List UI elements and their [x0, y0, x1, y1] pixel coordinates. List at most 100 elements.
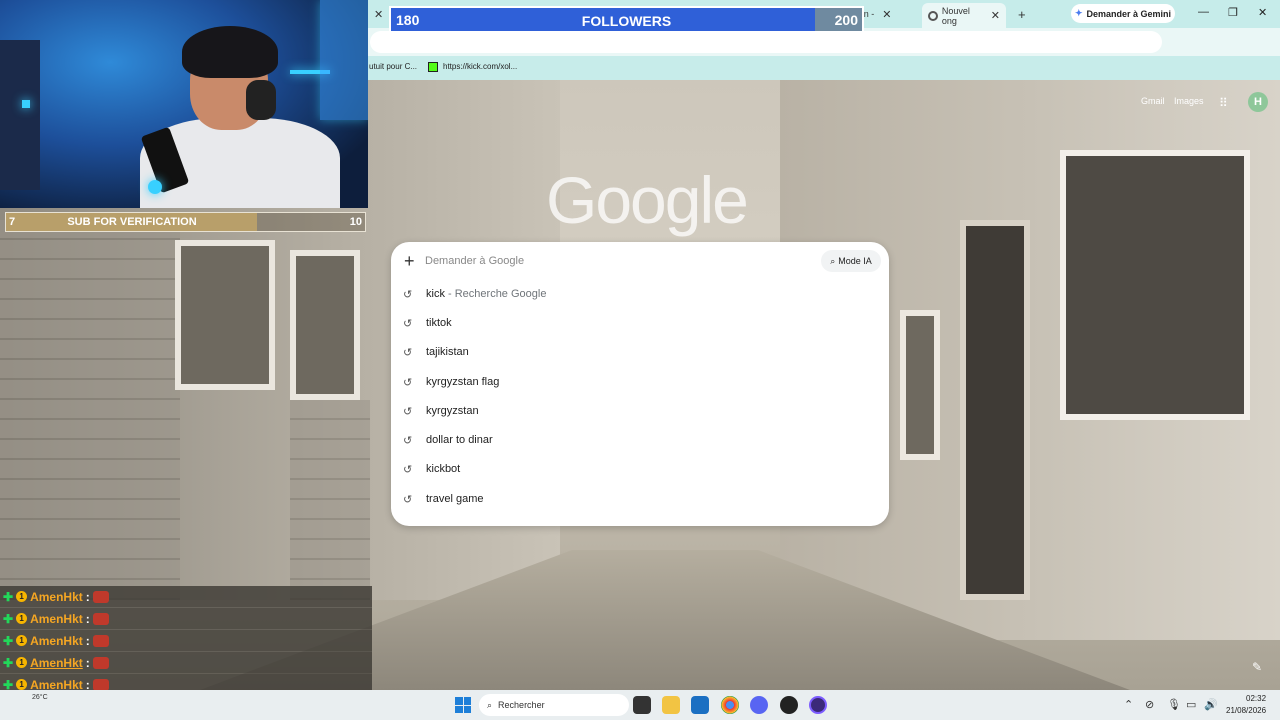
gemini-icon: ✦ — [1074, 8, 1083, 18]
gemini-button[interactable]: ✦ Demander à Gemini — [1071, 4, 1175, 23]
store-icon[interactable] — [691, 696, 709, 714]
close-window-button[interactable]: ✕ — [1258, 6, 1267, 19]
followers-label: FOLLOWERS — [581, 13, 672, 29]
badge-icon: 1 — [16, 657, 28, 668]
followers-goal: 200 — [834, 12, 858, 28]
chat-colon: : — [85, 589, 90, 604]
badge-icon: 1 — [16, 635, 28, 646]
taskbar-search-label: Rechercher — [498, 700, 545, 710]
minimize-button[interactable]: — — [1198, 6, 1209, 18]
chrome-icon — [928, 10, 938, 21]
chat-username: AmenHkt — [30, 611, 83, 626]
close-icon[interactable]: ✕ — [374, 8, 383, 21]
suggestion-text: kyrgyzstan flag — [426, 376, 500, 388]
bookmark-item[interactable]: https://kick.com/xol... — [443, 62, 517, 71]
chat-message: ✚ 1 AmenHkt : — [0, 652, 372, 673]
display-icon[interactable]: ▭ — [1186, 698, 1196, 711]
mode-ia-label: Mode IA — [838, 256, 872, 266]
chat-colon: : — [85, 655, 90, 670]
mode-ia-button[interactable]: ⌕ Mode IA — [821, 250, 881, 272]
door — [960, 220, 1030, 600]
suggestion-suffix: - Recherche Google — [444, 288, 547, 300]
history-icon: ↺ — [403, 434, 413, 447]
app-icon[interactable] — [809, 696, 827, 714]
suggestion-item[interactable]: ↺ travel game — [391, 486, 889, 512]
light — [148, 180, 162, 194]
chat-message: ✚ 1 AmenHkt : — [0, 608, 372, 629]
chrome-icon[interactable] — [721, 696, 739, 714]
suggestion-item[interactable]: ↺ kyrgyzstan flag — [391, 369, 889, 395]
emote-icon — [92, 656, 109, 669]
emote-icon — [92, 678, 109, 691]
ai-search-icon: ⌕ — [830, 255, 836, 266]
history-icon: ↺ — [403, 376, 413, 389]
sub-goal: 10 — [349, 216, 362, 228]
suggestion-item[interactable]: ↺ kickbot — [391, 456, 889, 482]
task-view-icon[interactable] — [633, 696, 651, 714]
light — [320, 0, 368, 120]
search-dropdown: + Demander à Google ⌕ Mode IA ↺ kick - R… — [391, 242, 889, 526]
address-bar[interactable] — [370, 31, 1162, 53]
app-icon[interactable] — [780, 696, 798, 714]
plus-icon: + — [1018, 6, 1026, 22]
chat-username: AmenHkt — [30, 589, 83, 604]
volume-icon[interactable]: 🔊 — [1204, 698, 1218, 711]
suggestion-item[interactable]: ↺ kyrgyzstan — [391, 398, 889, 424]
discord-icon[interactable] — [750, 696, 768, 714]
followers-goal-bar: 180 FOLLOWERS 200 — [389, 6, 864, 33]
emote-icon — [92, 590, 109, 603]
search-input[interactable]: Demander à Google — [425, 255, 524, 267]
chat-username: AmenHkt — [30, 655, 83, 670]
plus-icon[interactable]: + — [404, 251, 415, 272]
clock-date: 21/08/2026 — [1226, 706, 1267, 715]
emote-icon — [92, 612, 109, 625]
clock[interactable]: 02:32 21/08/2026 — [1226, 693, 1266, 717]
badge-icon: ✚ — [3, 655, 14, 670]
edit-pencil-icon[interactable]: ✎ — [1252, 660, 1262, 674]
suggestion-text: travel game — [426, 493, 484, 505]
suggestion-item[interactable]: ↺ kick - Recherche Google — [391, 281, 889, 307]
file-explorer-icon[interactable] — [662, 696, 680, 714]
light — [22, 100, 30, 108]
pc-tower — [0, 40, 40, 190]
windows-taskbar: 26°C ⌕ Rechercher ⌃ ⊘ 🎙 ▭ 🔊 02:32 21/08/… — [0, 690, 1280, 720]
tab-close-partial[interactable]: ✕ — [368, 4, 389, 24]
suggestion-text: kick — [426, 288, 445, 300]
bookmark-item[interactable]: utuit pour C... — [369, 62, 417, 71]
weather-widget[interactable]: 26°C — [32, 694, 48, 701]
suggestion-item[interactable]: ↺ dollar to dinar — [391, 427, 889, 453]
apps-grid-icon[interactable]: ⠿ — [1219, 96, 1228, 110]
suggestion-text: kickbot — [426, 463, 461, 475]
gmail-link[interactable]: Gmail — [1141, 96, 1165, 106]
window — [1060, 150, 1250, 420]
microphone-icon[interactable]: 🎙 — [1167, 698, 1181, 711]
emote-icon — [92, 634, 109, 647]
history-icon: ↺ — [403, 317, 413, 330]
suggestion-text: kyrgyzstan — [426, 405, 479, 417]
sub-label: SUB FOR VERIFICATION — [67, 216, 197, 228]
taskbar-search[interactable]: ⌕ Rechercher — [479, 694, 629, 716]
streamer-hair — [182, 26, 278, 78]
history-icon: ↺ — [403, 493, 413, 506]
badge-icon: ✚ — [3, 611, 14, 626]
suggestion-text: tiktok — [426, 317, 452, 329]
chevron-up-icon[interactable]: ⌃ — [1124, 698, 1133, 711]
suggestion-text: dollar to dinar — [426, 434, 493, 446]
google-avatar[interactable]: H — [1248, 92, 1268, 112]
window — [290, 250, 360, 400]
images-link[interactable]: Images — [1174, 96, 1204, 106]
windows-start-icon[interactable] — [455, 697, 471, 713]
suggestion-item[interactable]: ↺ tiktok — [391, 310, 889, 336]
history-icon: ↺ — [403, 463, 413, 476]
badge-icon: 1 — [16, 613, 28, 624]
close-icon[interactable]: ✕ — [991, 9, 1000, 22]
maximize-button[interactable]: ❐ — [1228, 6, 1238, 19]
suggestion-item[interactable]: ↺ tajikistan — [391, 339, 889, 365]
close-icon[interactable]: ✕ — [882, 8, 891, 21]
new-tab-button[interactable]: + — [1012, 4, 1032, 24]
tab-new-tab[interactable]: Nouvel ong ✕ — [922, 3, 1006, 28]
network-icon[interactable]: ⊘ — [1145, 698, 1154, 711]
brick-wall — [0, 220, 180, 600]
search-icon: ⌕ — [487, 699, 493, 710]
history-icon: ↺ — [403, 288, 413, 301]
